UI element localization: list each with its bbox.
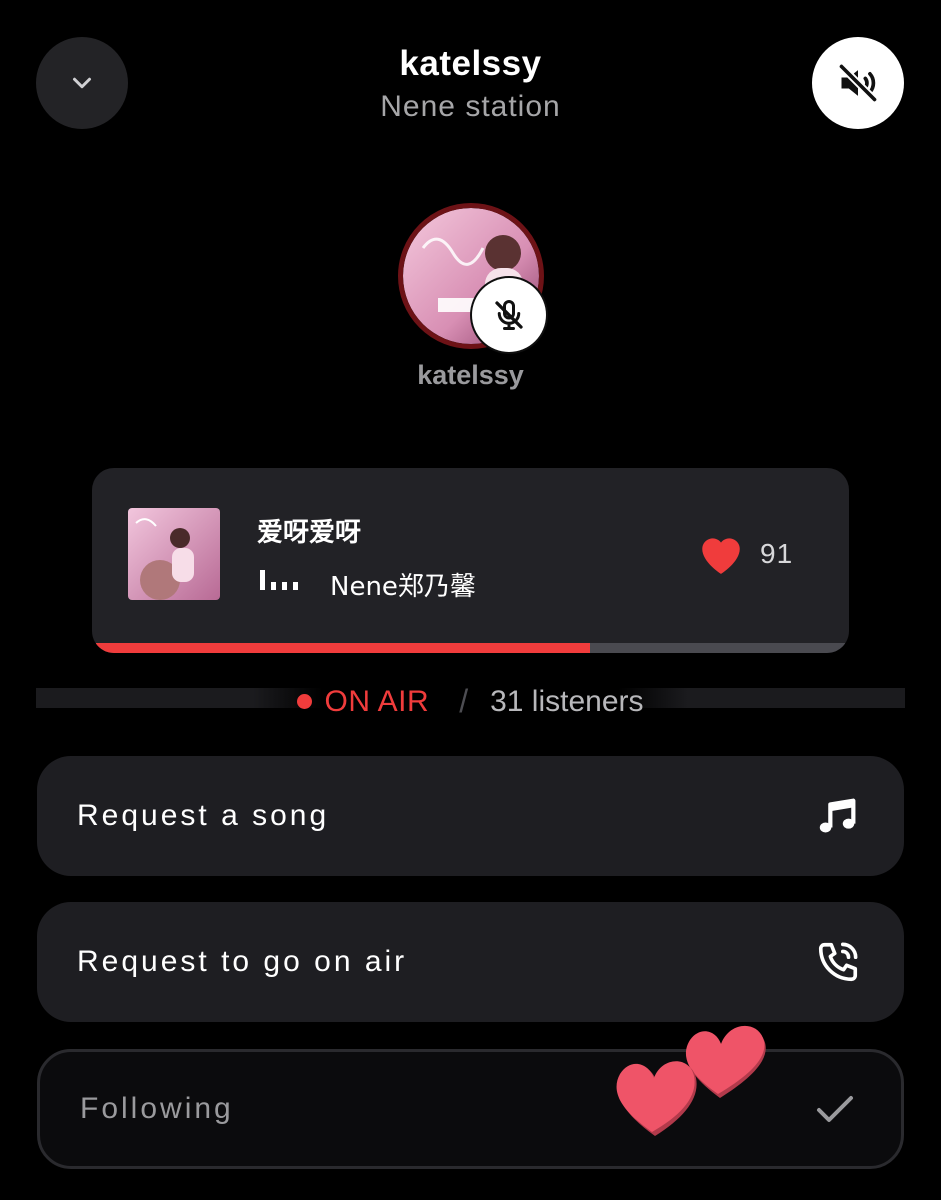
request-on-air-button[interactable]: Request to go on air (37, 902, 904, 1022)
track-artist: Nene郑乃馨 (330, 572, 476, 602)
on-air-label: ON AIR (324, 684, 430, 718)
floating-hearts-icon (616, 1025, 766, 1136)
request-on-air-label: Request to go on air (77, 945, 408, 978)
like-count: 91 (760, 538, 794, 569)
mute-button[interactable] (812, 37, 904, 129)
album-cover (128, 508, 220, 600)
equalizer-icon (260, 570, 298, 590)
status-separator: / (459, 683, 469, 719)
station-header: katelssy Nene station (0, 44, 941, 124)
listener-count: 31 listeners (490, 684, 644, 718)
checkmark-icon (809, 1083, 861, 1135)
mic-off-icon (495, 300, 523, 330)
track-title: 爱呀爱呀 (257, 518, 362, 548)
now-playing-card[interactable]: 爱呀爱呀 Nene郑乃馨 91 (92, 468, 849, 653)
track-progress-fill (96, 643, 591, 653)
host-mic-status (472, 278, 546, 352)
volume-muted-icon (837, 62, 879, 104)
phone-call-icon (812, 936, 864, 988)
track-progress-bar (96, 643, 845, 653)
request-song-label: Request a song (77, 799, 330, 832)
music-note-icon (812, 790, 864, 842)
broadcast-status: ON AIR / 31 listeners (0, 683, 941, 720)
request-song-button[interactable]: Request a song (37, 756, 904, 876)
station-host-title: katelssy (399, 44, 542, 83)
on-air-dot-icon (297, 694, 313, 709)
station-name: Nene station (380, 90, 561, 123)
host-name: katelssy (417, 360, 524, 390)
heart-icon[interactable] (696, 530, 746, 576)
